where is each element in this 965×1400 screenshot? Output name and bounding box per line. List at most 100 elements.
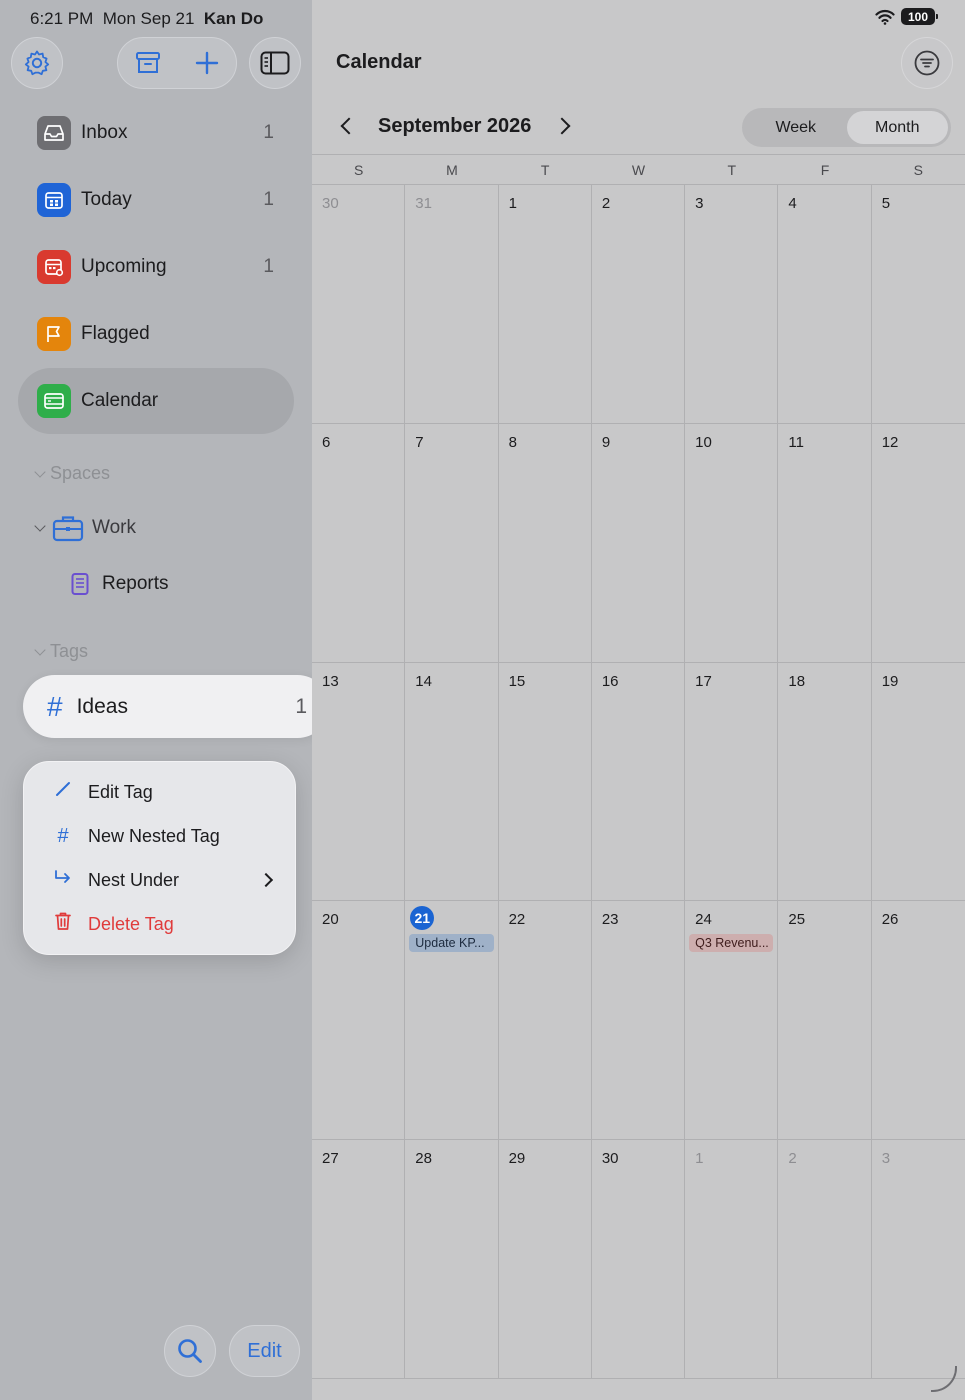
calendar-icon bbox=[37, 384, 71, 418]
calendar-day-cell[interactable]: 3 bbox=[872, 1140, 965, 1378]
pencil-icon bbox=[50, 780, 76, 804]
list-reports[interactable]: Reports bbox=[70, 572, 169, 596]
day-number: 27 bbox=[322, 1150, 339, 1168]
calendar-day-cell[interactable]: 30 bbox=[312, 185, 406, 423]
sidebar-item-today[interactable]: Today 1 bbox=[18, 167, 294, 233]
calendar-week-row: 27 28 29 30 1 2 3 bbox=[312, 1140, 965, 1379]
day-number: 24 bbox=[695, 911, 712, 929]
calendar-day-cell[interactable]: 20 bbox=[312, 901, 406, 1140]
tag-item-ideas[interactable]: # Ideas 1 bbox=[23, 675, 329, 738]
day-number: 30 bbox=[601, 1150, 619, 1168]
calendar-day-cell[interactable]: 3 bbox=[685, 185, 779, 423]
sidebar-item-inbox[interactable]: Inbox 1 bbox=[18, 100, 294, 166]
calendar-day-cell[interactable]: 28 bbox=[405, 1140, 499, 1378]
menu-item-new-nested-tag[interactable]: # New Nested Tag bbox=[24, 814, 297, 858]
calendar-day-cell[interactable]: 24 Q3 Revenu... bbox=[685, 901, 779, 1140]
edit-button[interactable]: Edit bbox=[229, 1325, 300, 1377]
calendar-day-cell[interactable]: 25 bbox=[778, 901, 872, 1140]
sidebar-toggle-icon bbox=[260, 51, 290, 75]
sidebar-item-count: 1 bbox=[263, 189, 274, 210]
menu-item-delete-tag[interactable]: Delete Tag bbox=[24, 902, 297, 946]
plus-icon[interactable] bbox=[194, 50, 220, 76]
sidebar-toggle-button[interactable] bbox=[249, 37, 301, 89]
calendar-day-cell[interactable]: 1 bbox=[685, 1140, 779, 1378]
chevron-down-icon bbox=[34, 465, 46, 478]
menu-item-label: Edit Tag bbox=[88, 781, 153, 802]
calendar-day-cell[interactable]: 27 bbox=[312, 1140, 406, 1378]
day-number: 9 bbox=[601, 433, 611, 451]
calendar-day-cell[interactable]: 15 bbox=[499, 662, 592, 901]
day-number: 7 bbox=[415, 433, 424, 451]
chevron-down-icon bbox=[34, 643, 46, 656]
weekday-header-row: SMTWTFS bbox=[312, 154, 965, 185]
sidebar-item-label: Inbox bbox=[81, 122, 128, 143]
sidebar-item-count: 1 bbox=[263, 256, 274, 277]
view-month-option[interactable]: Month bbox=[846, 111, 948, 144]
space-work-label: Work bbox=[92, 517, 136, 538]
day-number: 26 bbox=[881, 911, 899, 929]
inbox-icon bbox=[37, 116, 71, 150]
calendar-day-cell[interactable]: 14 bbox=[405, 662, 499, 901]
calendar-event[interactable]: Q3 Revenu... bbox=[689, 934, 774, 953]
gear-icon bbox=[24, 50, 50, 76]
sidebar-item-calendar[interactable]: Calendar bbox=[18, 368, 294, 434]
briefcase-icon bbox=[52, 516, 84, 542]
calendar-day-cell[interactable]: 17 bbox=[685, 662, 779, 901]
calendar-day-cell[interactable]: 22 bbox=[499, 901, 592, 1140]
spaces-header[interactable]: Spaces bbox=[34, 463, 111, 484]
weekday-label: T bbox=[727, 162, 737, 178]
settings-button[interactable] bbox=[11, 37, 63, 89]
calendar-day-cell[interactable]: 9 bbox=[592, 423, 686, 662]
prev-month-button[interactable] bbox=[336, 112, 358, 140]
calendar-day-cell[interactable]: 2 bbox=[778, 1140, 872, 1378]
calendar-day-cell[interactable]: 18 bbox=[778, 662, 872, 901]
calendar-day-cell[interactable]: 23 bbox=[592, 901, 686, 1140]
calendar-day-cell[interactable]: 13 bbox=[312, 662, 406, 901]
chevron-right-icon bbox=[553, 117, 571, 135]
flag-icon bbox=[37, 317, 71, 351]
tags-header[interactable]: Tags bbox=[34, 641, 88, 662]
next-month-button[interactable] bbox=[553, 112, 575, 140]
hash-icon: # bbox=[57, 824, 69, 847]
menu-item-edit-tag[interactable]: Edit Tag bbox=[24, 770, 297, 814]
calendar-day-cell[interactable]: 8 bbox=[499, 423, 592, 662]
sidebar-item-label: Flagged bbox=[81, 323, 150, 344]
calendar-day-cell[interactable]: 31 bbox=[405, 185, 499, 423]
calendar-today-icon bbox=[37, 183, 71, 217]
calendar-day-cell[interactable]: 10 bbox=[685, 423, 779, 662]
calendar-day-cell[interactable]: 5 bbox=[872, 185, 965, 423]
page-title: Calendar bbox=[336, 51, 422, 73]
calendar-day-cell[interactable]: 7 bbox=[405, 423, 499, 662]
spaces-header-label: Spaces bbox=[50, 463, 111, 483]
day-number: 23 bbox=[601, 911, 619, 929]
calendar-day-cell[interactable]: 4 bbox=[778, 185, 872, 423]
sidebar-item-label: Upcoming bbox=[81, 256, 167, 277]
archive-icon[interactable] bbox=[134, 49, 162, 77]
menu-item-nest-under[interactable]: Nest Under bbox=[24, 858, 297, 902]
calendar-day-cell[interactable]: 29 bbox=[499, 1140, 592, 1378]
weekday-label: S bbox=[913, 162, 923, 178]
calendar-day-cell[interactable]: 26 bbox=[872, 901, 965, 1139]
space-work[interactable]: Work bbox=[34, 514, 136, 542]
calendar-day-cell[interactable]: 1 bbox=[499, 185, 592, 423]
calendar-day-cell[interactable]: 6 bbox=[312, 423, 406, 662]
filter-button[interactable] bbox=[901, 37, 953, 89]
day-number: 22 bbox=[508, 911, 526, 929]
search-icon bbox=[178, 1339, 202, 1363]
calendar-day-cell[interactable]: 2 bbox=[592, 185, 686, 423]
calendar-event[interactable]: Update KP... bbox=[409, 934, 494, 953]
sidebar-item-upcoming[interactable]: Upcoming 1 bbox=[18, 234, 294, 300]
calendar-day-cell[interactable]: 11 bbox=[778, 423, 872, 662]
day-number: 2 bbox=[788, 1150, 797, 1168]
day-number: 15 bbox=[508, 672, 526, 690]
sidebar-item-flagged[interactable]: Flagged bbox=[18, 301, 294, 367]
calendar-day-cell[interactable]: 16 bbox=[592, 662, 686, 901]
calendar-day-cell[interactable]: 12 bbox=[872, 424, 965, 662]
day-number: 1 bbox=[695, 1150, 704, 1168]
view-week-option[interactable]: Week bbox=[745, 111, 847, 144]
search-button[interactable] bbox=[164, 1325, 216, 1377]
calendar-day-cell[interactable]: 30 bbox=[592, 1140, 686, 1378]
resize-handle-icon[interactable] bbox=[931, 1366, 957, 1392]
calendar-day-cell[interactable]: 19 bbox=[872, 663, 965, 901]
calendar-day-cell[interactable]: 21 Update KP... bbox=[405, 901, 499, 1140]
